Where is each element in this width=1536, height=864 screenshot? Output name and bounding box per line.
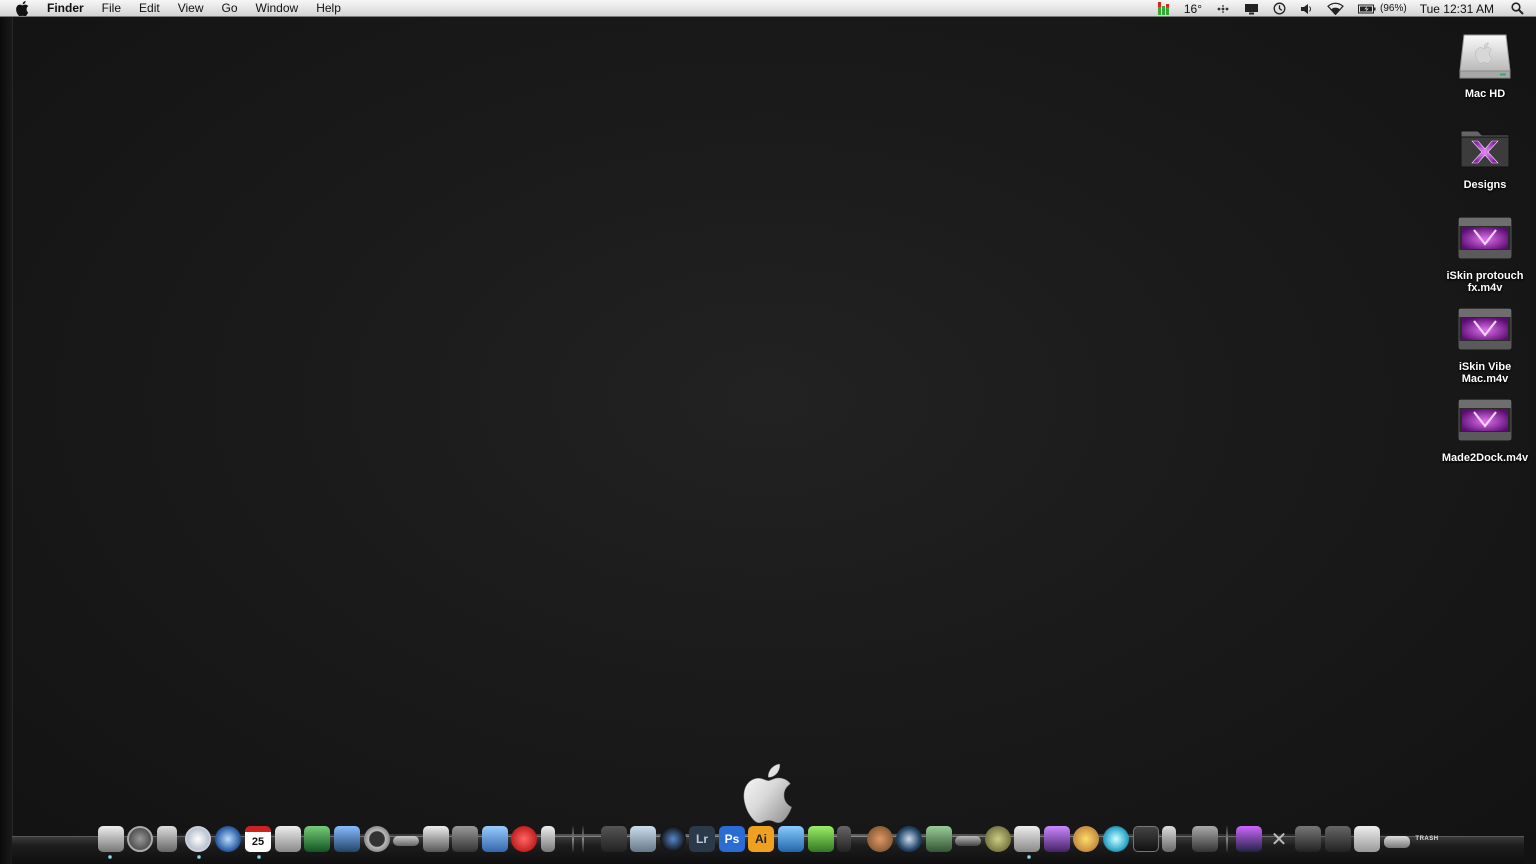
menu-clock[interactable]: Tue 12:31 AM [1414, 0, 1504, 17]
dock-app-icon[interactable] [1236, 826, 1262, 852]
dock: 25 Lr Ps Ai ✕ TRASH [96, 822, 1440, 856]
menu-extras: 16° (96%) Tue 12:31 AM [1151, 0, 1536, 17]
menu-file[interactable]: File [93, 0, 130, 17]
folder-icon [1457, 119, 1513, 175]
desktop-icon-label: iSkin protouch fx.m4v [1446, 270, 1524, 294]
dock-clapper-icon[interactable] [423, 826, 449, 852]
battery-percentage[interactable]: (96%) [1378, 0, 1414, 17]
dock-separator [582, 826, 584, 852]
dock-film-icon[interactable] [452, 826, 478, 852]
desktop-icon-designs[interactable]: Designs [1439, 119, 1531, 191]
running-indicator [108, 855, 112, 859]
menu-app-finder[interactable]: Finder [43, 0, 93, 17]
desktop-icon-label: Mac HD [1464, 88, 1506, 100]
dock-app-icon[interactable] [1073, 826, 1099, 852]
dock-downloads-icon[interactable] [1325, 826, 1351, 852]
dock-preview-icon[interactable] [630, 826, 656, 852]
dock-monitor-icon[interactable] [334, 826, 360, 852]
dock-burn-icon[interactable] [511, 826, 537, 852]
desktop[interactable] [0, 17, 1536, 864]
desktop-left-edge [0, 17, 13, 864]
desktop-icon-label: iSkin Vibe Mac.m4v [1458, 361, 1512, 385]
dock-dashboard-icon[interactable] [127, 826, 153, 852]
dock-photoshop-icon[interactable]: Ps [719, 826, 745, 852]
dock-close-x-icon[interactable]: ✕ [1266, 826, 1292, 852]
spotlight-search-icon[interactable] [1504, 0, 1536, 17]
menu-bar: Finder File Edit View Go Window Help 16° [0, 0, 1536, 17]
dock-app-icon[interactable] [275, 826, 301, 852]
desktop-icon-mac-hd[interactable]: Mac HD [1439, 28, 1531, 100]
video-file-icon [1457, 210, 1513, 266]
running-indicator [257, 855, 261, 859]
desktop-icon-label: Made2Dock.m4v [1441, 452, 1529, 464]
menu-go[interactable]: Go [213, 0, 247, 17]
menu-window[interactable]: Window [247, 0, 308, 17]
dock-app-icon[interactable] [778, 826, 804, 852]
video-file-icon [1457, 301, 1513, 357]
dock-browser-icon[interactable] [215, 826, 241, 852]
dock-separator [572, 826, 574, 852]
dock-app-icon[interactable] [837, 826, 851, 852]
dock-safari-icon[interactable] [185, 826, 211, 852]
dock-quicktime-icon[interactable] [364, 826, 390, 852]
trash-label: TRASH [1415, 836, 1439, 842]
battery-icon[interactable] [1351, 0, 1378, 17]
dock-ical-icon[interactable]: 25 [245, 826, 271, 852]
dock-app-icon[interactable] [157, 826, 177, 852]
desktop-icon-iskin-vibe[interactable]: iSkin Vibe Mac.m4v [1439, 301, 1531, 385]
dock-app-icon[interactable] [1162, 826, 1176, 852]
dock-app-icon[interactable] [541, 826, 555, 852]
fan-icon[interactable] [1209, 0, 1237, 17]
dock-app-icon[interactable] [1014, 826, 1040, 852]
dock-aperture-icon[interactable] [660, 826, 686, 852]
dock-app-icon[interactable] [926, 826, 952, 852]
desktop-icon-made2dock[interactable]: Made2Dock.m4v [1439, 392, 1531, 464]
dock-app-icon[interactable] [808, 826, 834, 852]
dock-camera-icon[interactable] [601, 826, 627, 852]
desktop-icon-iskin-protouch[interactable]: iSkin protouch fx.m4v [1439, 210, 1531, 294]
dock-trash-icon[interactable]: TRASH [1414, 826, 1440, 852]
temperature-readout[interactable]: 16° [1177, 0, 1209, 17]
time-machine-icon[interactable] [1266, 0, 1293, 17]
display-icon[interactable] [1237, 0, 1266, 17]
dock-app-store-icon[interactable] [482, 826, 508, 852]
dock-app-icon[interactable] [896, 826, 922, 852]
volume-icon[interactable] [1293, 0, 1320, 17]
wifi-icon[interactable] [1320, 0, 1351, 17]
running-indicator [197, 855, 201, 859]
video-file-icon [1457, 392, 1513, 448]
hard-drive-icon [1457, 28, 1513, 84]
dock-app-icon[interactable] [304, 826, 330, 852]
istat-meter-icon[interactable] [1151, 0, 1177, 17]
dock-app-icon[interactable] [1384, 836, 1410, 848]
menu-help[interactable]: Help [307, 0, 350, 17]
dock-app-icon[interactable] [1133, 826, 1159, 852]
running-indicator [1027, 855, 1031, 859]
apple-logo-icon[interactable] [742, 762, 794, 824]
dock-app-icon[interactable] [985, 826, 1011, 852]
desktop-icon-label: Designs [1463, 179, 1507, 191]
apple-menu-icon[interactable] [13, 0, 31, 17]
dock-system-preferences-icon[interactable] [1192, 826, 1218, 852]
dock-separator [1226, 826, 1228, 852]
dock-app-icon[interactable] [1044, 826, 1070, 852]
dock-app-icon[interactable] [867, 826, 893, 852]
dock-app-icon[interactable] [955, 836, 981, 846]
menu-view[interactable]: View [169, 0, 213, 17]
dock-app-icon[interactable] [393, 836, 419, 846]
dock-finder-icon[interactable] [98, 826, 124, 852]
dock-folder-stack-icon[interactable] [1295, 826, 1321, 852]
dock-app-icon[interactable] [1103, 826, 1129, 852]
dock-lightroom-icon[interactable]: Lr [689, 826, 715, 852]
dock-illustrator-icon[interactable]: Ai [748, 826, 774, 852]
dock-documents-icon[interactable] [1354, 826, 1380, 852]
menu-edit[interactable]: Edit [130, 0, 169, 17]
